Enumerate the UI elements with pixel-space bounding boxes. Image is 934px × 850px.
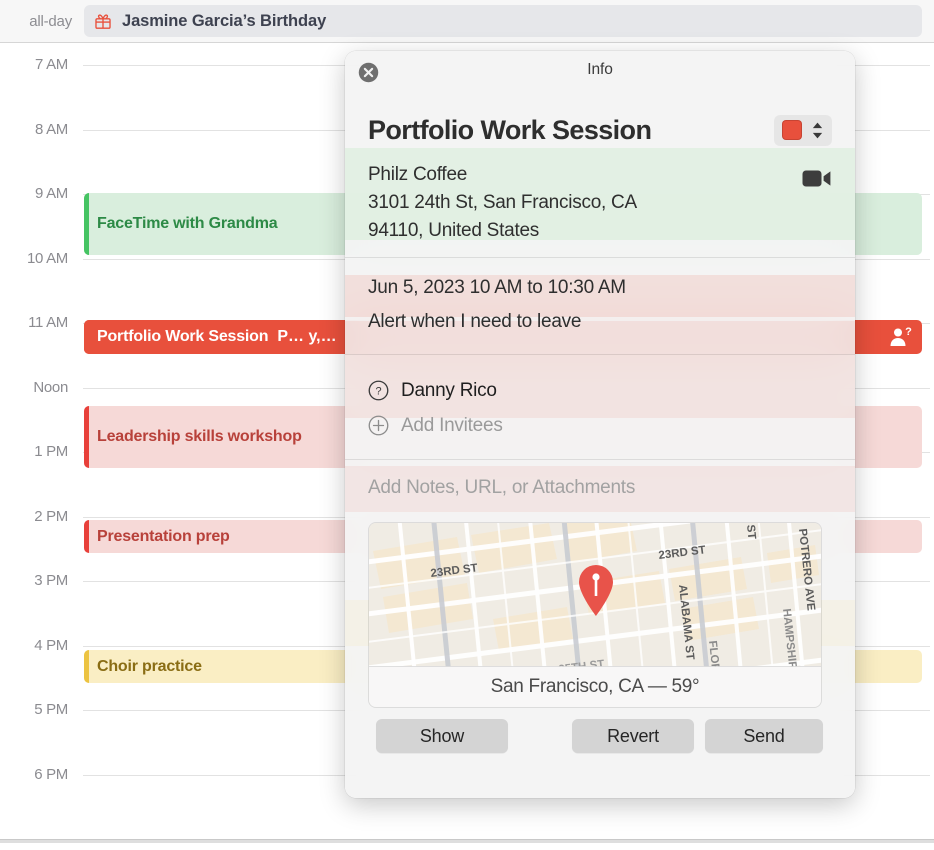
plus-circle-icon — [368, 415, 389, 436]
add-invitees-label: Add Invitees — [401, 414, 503, 436]
hour-label: 5 PM — [34, 701, 68, 718]
popover-datetime-row: Jun 5, 2023 10 AM to 10:30 AM Alert when… — [345, 259, 855, 354]
video-camera-icon[interactable] — [802, 168, 832, 189]
add-invitees-item[interactable]: Add Invitees — [368, 408, 832, 443]
event-title: Leadership skills workshop — [97, 428, 302, 445]
event-datetime[interactable]: Jun 5, 2023 10 AM to 10:30 AM — [368, 277, 832, 299]
event-info-popover: Info Portfolio Work Session Philz Coffee… — [345, 51, 855, 798]
question-circle-icon: ? — [368, 380, 389, 401]
event-title: Choir practice — [97, 657, 202, 675]
svg-text:?: ? — [905, 327, 912, 338]
map-street-label: ST — [744, 524, 757, 540]
hour-label: 4 PM — [34, 636, 68, 654]
popover-titlebar: Info — [345, 51, 855, 93]
calendar-window: all-day Jasmine Garcia’s Birthday 7 AM 8 … — [0, 0, 934, 850]
svg-text:?: ? — [375, 386, 381, 398]
hour-label: 6 PM — [34, 765, 68, 783]
popover-invitees-row: ? Danny Rico Add Invitees — [345, 356, 855, 459]
popover-event-title-row: Portfolio Work Session — [345, 108, 855, 152]
popover-separator — [345, 459, 855, 460]
popover-title: Info — [587, 61, 613, 78]
gift-icon — [95, 14, 111, 29]
hour-label: 1 PM — [34, 443, 68, 460]
hour-label: Noon — [33, 378, 68, 396]
event-alert[interactable]: Alert when I need to leave — [368, 311, 832, 333]
map-pin-icon — [579, 564, 613, 616]
hour-label: 11 AM — [28, 314, 68, 331]
all-day-label: all-day — [29, 13, 72, 30]
event-location-text: P… y,… — [277, 328, 337, 345]
map-location-weather: San Francisco, CA — 59° — [490, 676, 700, 697]
map-canvas: 23RD ST 23RD ST 25TH ST ALABAMA ST FLORI… — [369, 523, 821, 667]
send-button[interactable]: Send — [705, 719, 823, 753]
hour-label: 2 PM — [34, 507, 68, 525]
all-day-event-chip[interactable]: Jasmine Garcia’s Birthday — [84, 5, 922, 37]
hour-label: 9 AM — [35, 185, 68, 202]
location-line: 94110, United States — [368, 220, 540, 241]
all-day-row: all-day Jasmine Garcia’s Birthday — [0, 0, 934, 43]
event-title: Presentation prep — [97, 527, 230, 545]
popover-notes-row[interactable]: Add Notes, URL, or Attachments — [345, 461, 855, 521]
event-title: Portfolio Work Session — [97, 328, 269, 345]
map-footer: San Francisco, CA — 59° — [369, 666, 821, 707]
grid-bottom-border — [0, 839, 934, 843]
popover-separator — [345, 257, 855, 258]
hour-label: 8 AM — [35, 120, 68, 138]
hour-label: 7 AM — [35, 56, 68, 73]
popover-buttons-row: Show Revert Send — [345, 719, 855, 769]
calendar-color-swatch — [782, 120, 802, 140]
notes-placeholder: Add Notes, URL, or Attachments — [368, 477, 636, 498]
invitee-item[interactable]: ? Danny Rico — [368, 373, 832, 408]
show-button[interactable]: Show — [376, 719, 508, 753]
calendar-color-stepper[interactable] — [774, 114, 832, 146]
all-day-event-title: Jasmine Garcia’s Birthday — [122, 11, 327, 30]
chevron-up-down-icon — [812, 122, 823, 138]
hour-label: 3 PM — [34, 572, 68, 589]
hour-label: 10 AM — [26, 249, 68, 267]
location-line: 3101 24th St, San Francisco, CA — [368, 192, 637, 213]
invitee-name: Danny Rico — [401, 379, 497, 401]
location-map[interactable]: 23RD ST 23RD ST 25TH ST ALABAMA ST FLORI… — [369, 523, 821, 707]
person-question-icon: ? — [890, 327, 912, 346]
revert-button[interactable]: Revert — [572, 719, 694, 753]
popover-separator — [345, 354, 855, 355]
popover-location-row[interactable]: Philz Coffee 3101 24th St, San Francisco… — [345, 161, 855, 246]
popover-event-title[interactable]: Portfolio Work Session — [368, 115, 652, 146]
event-title: FaceTime with Grandma — [97, 215, 278, 232]
location-line: Philz Coffee — [368, 164, 468, 185]
